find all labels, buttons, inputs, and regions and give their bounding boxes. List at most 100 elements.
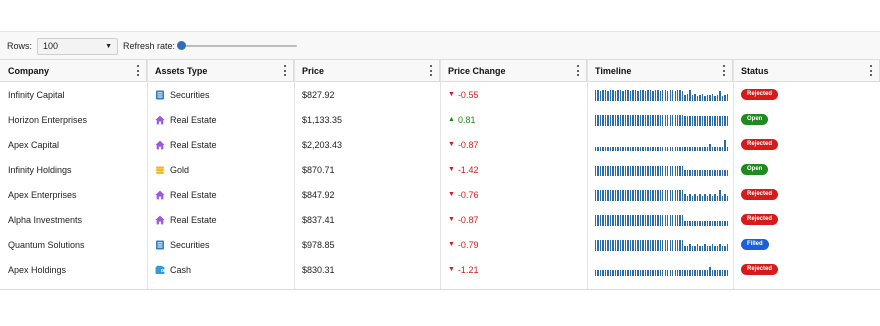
column-header-status[interactable]: Status: [733, 60, 880, 82]
sparkline-bar: [657, 165, 659, 176]
sparkline-bar: [617, 270, 619, 276]
column-header-timeline[interactable]: Timeline: [587, 60, 733, 82]
sparkline-bar: [699, 270, 701, 276]
kebab-menu-icon[interactable]: [429, 65, 433, 76]
status-badge: Open: [741, 164, 769, 175]
sparkline-bar: [654, 239, 657, 251]
sparkline-bar: [711, 147, 714, 151]
sparkline-bar: [637, 147, 639, 151]
sparkline-bar: [672, 189, 674, 201]
sparkline-bar: [632, 239, 634, 251]
sparkline-bar: [644, 214, 647, 226]
column-divider: [440, 60, 441, 289]
sparkline-bar: [649, 114, 652, 126]
sparkline-bar: [726, 170, 729, 176]
refresh-rate-slider[interactable]: [177, 40, 298, 52]
sparkline-bar: [637, 214, 639, 226]
asset-type-cell: Real Estate: [147, 282, 294, 289]
sparkline-bar: [681, 114, 684, 126]
sparkline-bar: [664, 239, 666, 251]
sparkline-bar: [619, 189, 622, 201]
sparkline-bar: [699, 147, 701, 151]
kebab-menu-icon[interactable]: [283, 65, 287, 76]
sparkline-bar: [634, 239, 637, 251]
column-header-change[interactable]: Price Change: [440, 60, 587, 82]
column-header-label: Price Change: [448, 66, 506, 76]
timeline-sparkline: [595, 89, 729, 101]
sparkline-bar: [689, 193, 691, 201]
sparkline-bar: [662, 189, 664, 201]
kebab-menu-icon[interactable]: [576, 65, 580, 76]
sparkline-bar: [659, 147, 661, 151]
price-change-value: -0.76: [457, 189, 479, 200]
sparkline-bar: [619, 147, 622, 151]
sparkline-bar: [652, 165, 654, 176]
sparkline-bar: [726, 93, 729, 101]
sparkline-bar: [721, 170, 724, 176]
sparkline-bar: [637, 189, 639, 201]
sparkline-bar: [701, 93, 704, 101]
sparkline-bar: [694, 147, 696, 151]
sparkline-bar: [647, 270, 649, 276]
sparkline-bar: [644, 147, 647, 151]
company-name: NextGen Investments: [8, 290, 95, 291]
sparkline-bar: [691, 196, 694, 201]
slider-thumb[interactable]: [177, 41, 187, 50]
price-cell: $1,133.35: [294, 107, 440, 132]
sparkline-bar: [659, 114, 661, 126]
sparkline-bar: [664, 89, 666, 101]
sparkline-bar: [652, 90, 654, 101]
sparkline-bar: [622, 270, 624, 276]
sparkline-bar: [627, 165, 629, 176]
sparkline-bar: [714, 170, 716, 176]
sparkline-bar: [652, 114, 654, 126]
sparkline-bar: [634, 214, 637, 226]
document-icon: [155, 240, 165, 250]
sparkline-bar: [597, 114, 599, 126]
sparkline-bar: [706, 196, 709, 201]
price-value: $920.63: [302, 290, 335, 291]
sparkline-bar: [696, 270, 699, 276]
sparkline-bar: [672, 147, 674, 151]
sparkline-bar: [624, 147, 627, 151]
rows-select[interactable]: 100 ▼: [37, 37, 119, 55]
column-header-asset[interactable]: Assets Type: [147, 60, 294, 82]
sparkline-bar: [612, 189, 614, 201]
kebab-menu-icon[interactable]: [869, 65, 873, 76]
status-badge: Open: [741, 114, 769, 125]
sparkline-bar: [662, 147, 664, 151]
sparkline-bar: [602, 165, 604, 176]
sparkline-bar: [691, 246, 694, 251]
sparkline-bar: [681, 90, 684, 101]
column-header-company[interactable]: Company: [0, 60, 147, 82]
sparkline-bar: [644, 239, 647, 251]
timeline-sparkline: [595, 289, 729, 290]
sparkline-bar: [629, 270, 632, 276]
sparkline-bar: [686, 147, 689, 151]
kebab-menu-icon[interactable]: [722, 65, 726, 76]
sparkline-bar: [684, 246, 686, 251]
sparkline-bar: [604, 239, 607, 251]
sparkline-bar: [607, 189, 609, 201]
column-header-price[interactable]: Price: [294, 60, 440, 82]
sparkline-bar: [691, 221, 694, 226]
sparkline-bar: [602, 239, 604, 251]
company-name: Apex Holdings: [8, 264, 67, 275]
sparkline-bar: [672, 239, 674, 251]
sparkline-bar: [649, 189, 652, 201]
sparkline-bar: [706, 115, 709, 126]
sparkline-bar: [704, 147, 706, 151]
price-change-value: -1.42: [457, 164, 479, 175]
sparkline-bar: [686, 115, 689, 126]
column-header-label: Assets Type: [155, 66, 208, 76]
sparkline-bar: [711, 270, 714, 276]
sparkline-bar: [637, 114, 639, 126]
sparkline-bar: [657, 89, 659, 101]
sparkline-bar: [642, 189, 644, 201]
kebab-menu-icon[interactable]: [136, 65, 140, 76]
sparkline-bar: [667, 239, 669, 251]
sparkline-bar: [676, 214, 679, 226]
sparkline-bar: [669, 189, 671, 201]
sparkline-bar: [694, 170, 696, 176]
sparkline-bar: [674, 239, 676, 251]
